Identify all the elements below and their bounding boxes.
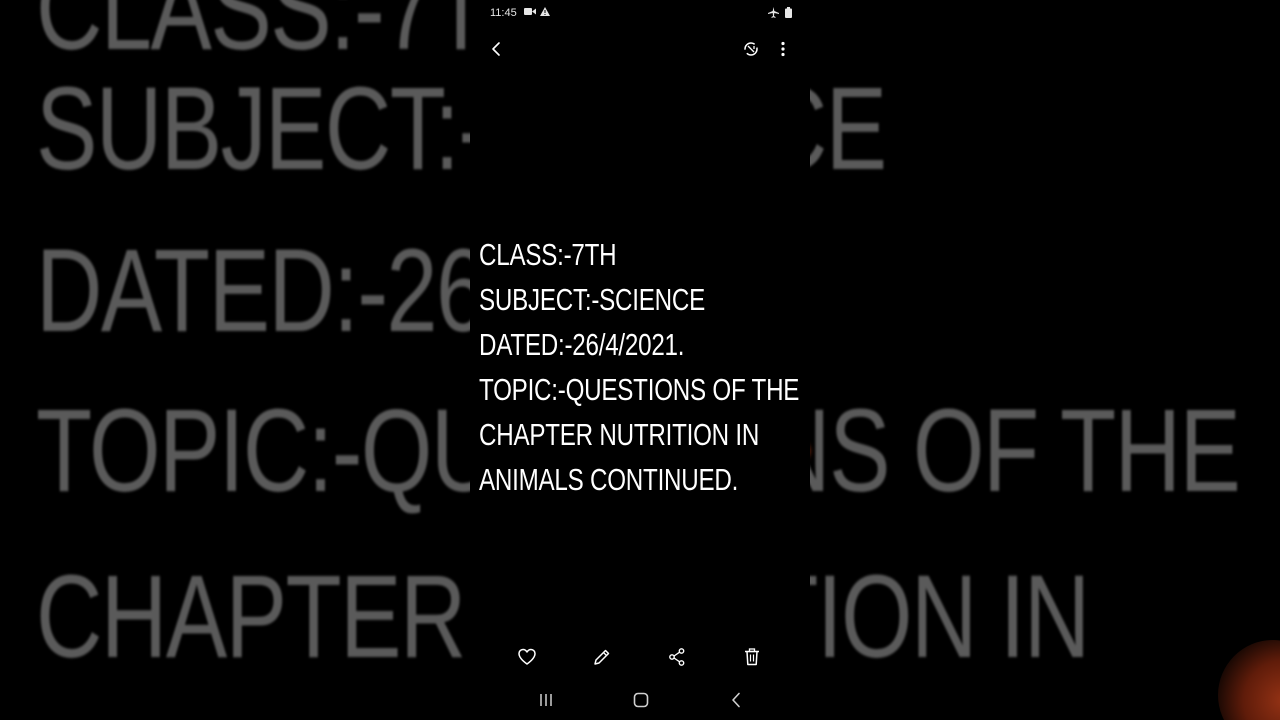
recent-apps-button[interactable]: [536, 690, 556, 710]
photo-text-class: CLASS:-7TH: [479, 237, 617, 272]
warning-icon: [540, 7, 550, 16]
home-button[interactable]: [631, 690, 651, 710]
battery-icon: [785, 7, 792, 18]
back-icon: [488, 40, 506, 58]
photo-text-topic-end: ANIMALS CONTINUED.: [479, 462, 739, 497]
photo-text-topic: TOPIC:-QUESTIONS OF THE: [479, 372, 800, 407]
more-options-button[interactable]: [774, 40, 792, 58]
delete-button[interactable]: [741, 646, 763, 668]
floating-orb-large: [1218, 640, 1280, 720]
nav-back-icon: [726, 690, 746, 710]
video-frame: CLASS:-7TH SUBJECT:-SCIENCE DATED:-26/4/…: [0, 0, 1280, 720]
photo-text-subject: SUBJECT:-SCIENCE: [479, 282, 706, 317]
recent-apps-icon: [536, 690, 556, 710]
status-icons-right: [768, 7, 792, 18]
video-record-icon: [524, 7, 536, 16]
auto-rotate-button[interactable]: [742, 40, 760, 58]
phone-screen: 11:45 CLASS:-7TH SUBJECT:-SCIENCE DATED:…: [470, 0, 810, 720]
more-options-icon: [774, 40, 792, 58]
system-back-button[interactable]: [726, 690, 746, 710]
photo-text-dated: DATED:-26/4/2021.: [479, 327, 685, 362]
status-bar: 11:45: [470, 0, 810, 26]
share-icon: [666, 646, 688, 668]
share-button[interactable]: [666, 646, 688, 668]
favorite-button[interactable]: [516, 646, 538, 668]
auto-rotate-icon: [742, 40, 760, 58]
home-icon: [631, 690, 651, 710]
photo-text-topic-cont: CHAPTER NUTRITION IN: [479, 417, 760, 452]
status-time: 11:45: [490, 7, 517, 19]
viewer-action-bar: [470, 642, 810, 672]
photo-content: CLASS:-7TH SUBJECT:-SCIENCE DATED:-26/4/…: [479, 232, 809, 502]
edit-button[interactable]: [591, 646, 613, 668]
edit-pencil-icon: [591, 646, 613, 668]
back-button[interactable]: [488, 40, 506, 58]
delete-trash-icon: [741, 646, 763, 668]
airplane-mode-icon: [768, 7, 779, 18]
favorite-heart-icon: [516, 646, 538, 668]
system-navigation-bar: [470, 684, 810, 720]
status-icons-left: [524, 7, 550, 16]
viewer-top-bar: [470, 34, 810, 64]
